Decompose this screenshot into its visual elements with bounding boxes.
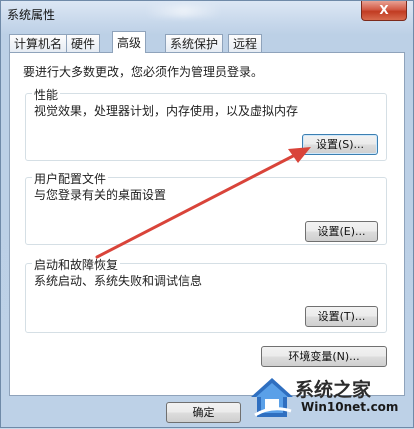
system-properties-window: 系统属性 X 计算机名 硬件 高级 系统保护 远程 要进行大多数更改，您必须作为… bbox=[0, 0, 414, 428]
watermark-url: Win10net.com bbox=[301, 400, 399, 414]
watermark-brand: 系统之家 bbox=[295, 379, 372, 401]
watermark-logo: 系统之家 Win10net.com bbox=[247, 373, 407, 423]
arrow-head bbox=[288, 147, 311, 163]
red-annotation-arrow bbox=[95, 147, 311, 259]
arrow-shaft bbox=[95, 153, 297, 259]
tab-advanced[interactable]: 高级 bbox=[112, 31, 147, 53]
house-logo-icon bbox=[251, 378, 293, 417]
